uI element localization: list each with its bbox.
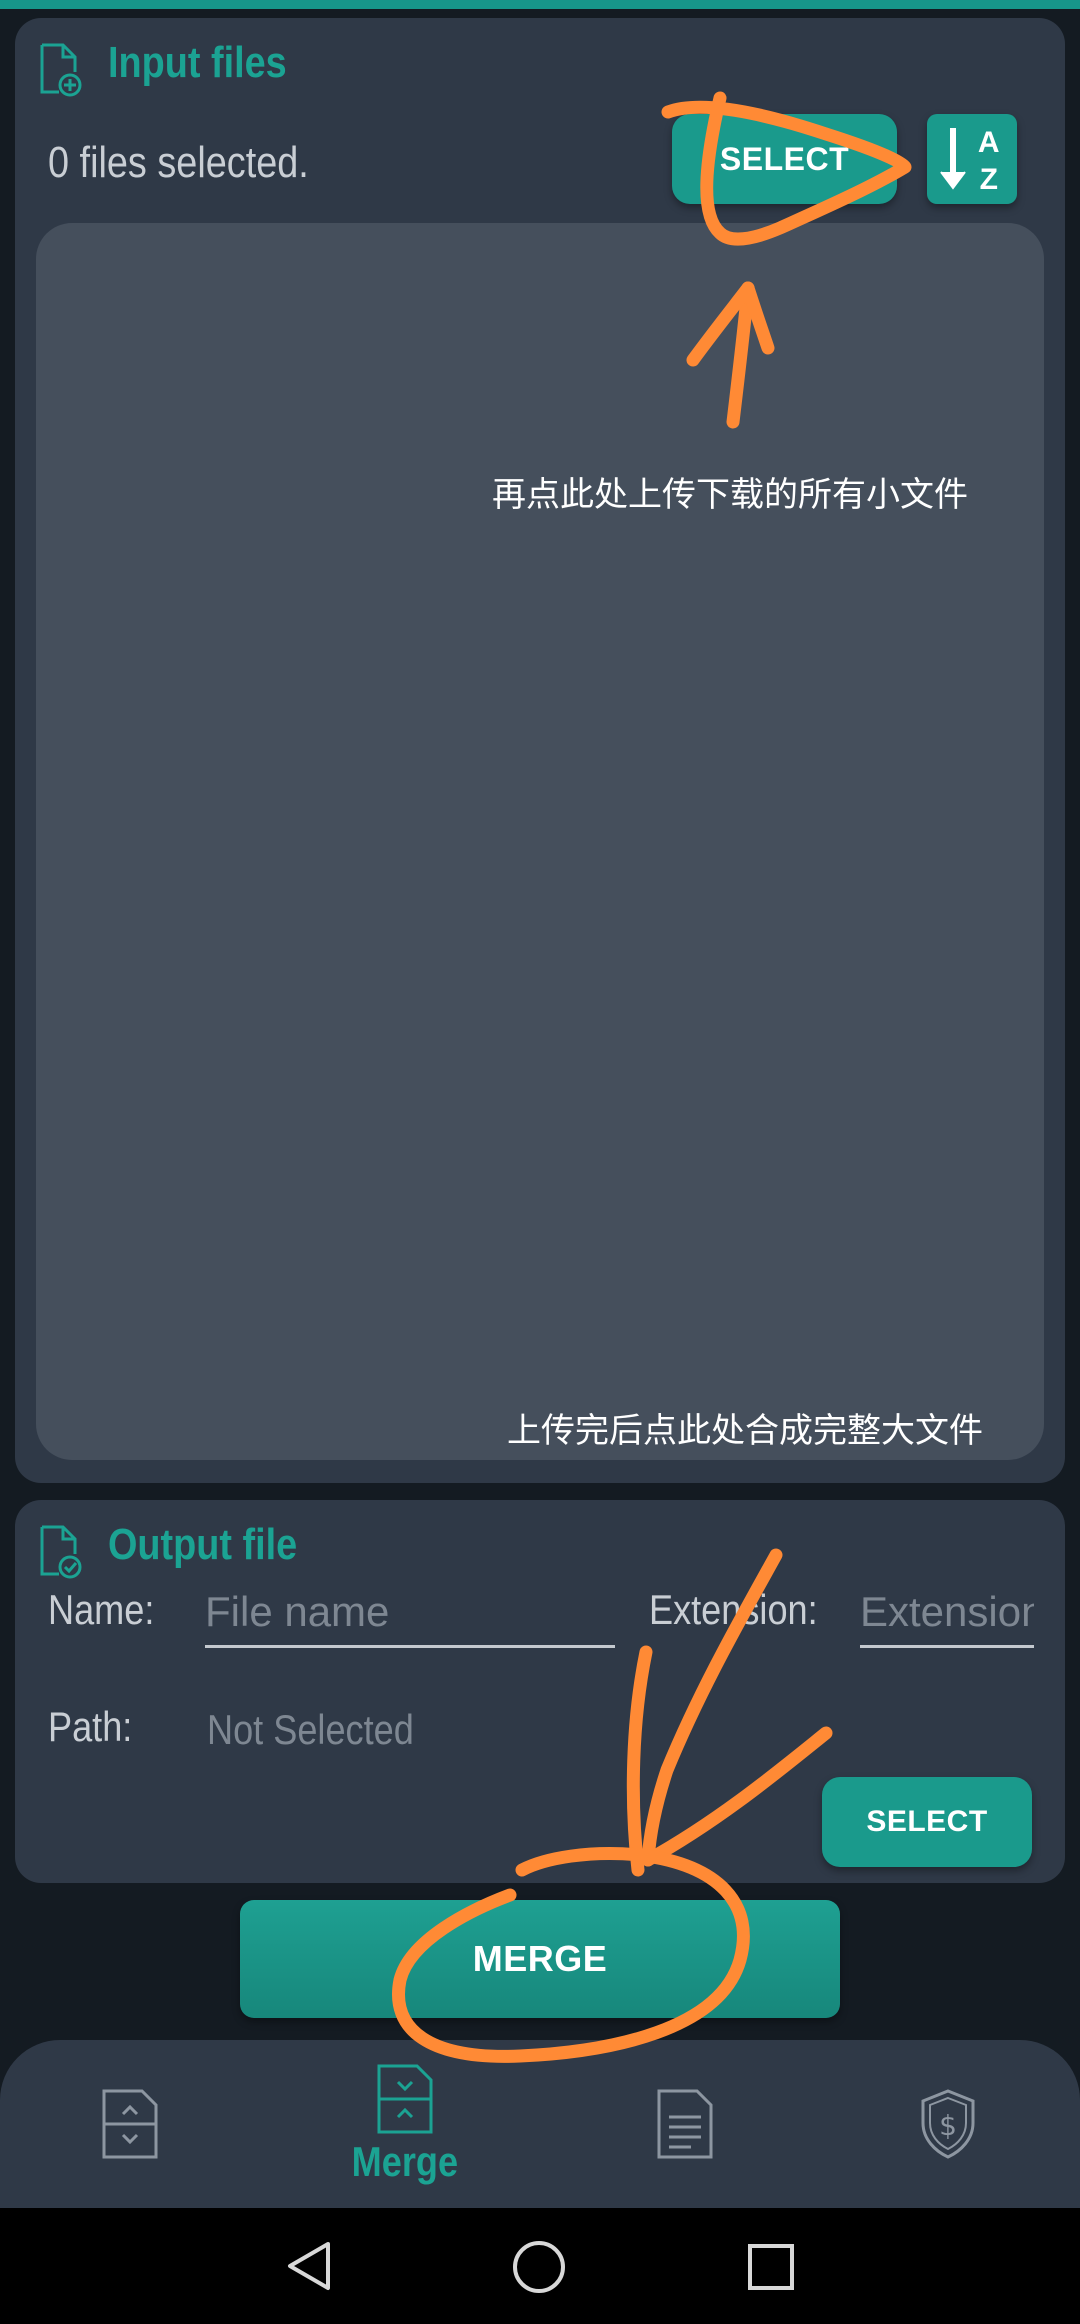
file-check-icon <box>40 1525 82 1579</box>
svg-text:$: $ <box>939 2109 957 2142</box>
nav-document[interactable] <box>615 2040 755 2208</box>
home-icon[interactable] <box>512 2240 566 2294</box>
merge-button[interactable]: MERGE <box>240 1900 840 2018</box>
sort-az-button[interactable]: A Z <box>927 114 1017 204</box>
sort-letter-z: Z <box>980 163 999 196</box>
extension-label: Extension: <box>649 1586 818 1633</box>
nav-premium[interactable]: $ <box>878 2040 1018 2208</box>
merge-file-icon <box>377 2064 433 2134</box>
document-icon <box>657 2089 713 2159</box>
back-icon[interactable] <box>284 2240 334 2292</box>
shield-dollar-icon: $ <box>921 2089 975 2159</box>
recents-icon[interactable] <box>747 2243 795 2291</box>
file-name-input[interactable] <box>205 1578 615 1648</box>
annotation-merge-hint: 上传完后点此处合成完整大文件 <box>507 1411 983 1451</box>
input-file-list[interactable] <box>36 223 1044 1460</box>
name-label: Name: <box>48 1586 155 1633</box>
output-file-card: Output file Name: Extension: Path: Not S… <box>15 1500 1065 1883</box>
select-output-path-button[interactable]: SELECT <box>822 1777 1032 1867</box>
output-file-title: Output file <box>108 1520 298 1569</box>
select-output-label: SELECT <box>866 1805 988 1838</box>
files-selected-count: 0 files selected. <box>48 138 309 187</box>
file-add-icon <box>40 43 82 97</box>
extension-input[interactable] <box>860 1578 1034 1648</box>
select-input-label: SELECT <box>719 140 850 177</box>
sort-letter-a: A <box>978 126 1000 159</box>
nav-merge-label: Merge <box>351 2138 459 2185</box>
nav-merge[interactable]: Merge <box>330 2040 480 2208</box>
select-input-files-button[interactable]: SELECT <box>672 114 897 204</box>
annotation-upload-hint: 再点此处上传下载的所有小文件 <box>492 475 968 515</box>
path-value: Not Selected <box>207 1706 414 1753</box>
top-accent-line <box>0 0 1080 9</box>
sort-az-icon: A Z <box>940 126 1000 196</box>
merge-label: MERGE <box>472 1938 608 1979</box>
split-file-icon <box>102 2089 158 2159</box>
input-files-title: Input files <box>108 38 287 87</box>
nav-split[interactable] <box>60 2040 200 2208</box>
system-navigation-bar <box>0 2208 1080 2324</box>
input-files-card: Input files 0 files selected. SELECT A Z <box>15 18 1065 1483</box>
bottom-navigation: Merge $ <box>0 2040 1080 2208</box>
path-label: Path: <box>48 1703 133 1750</box>
